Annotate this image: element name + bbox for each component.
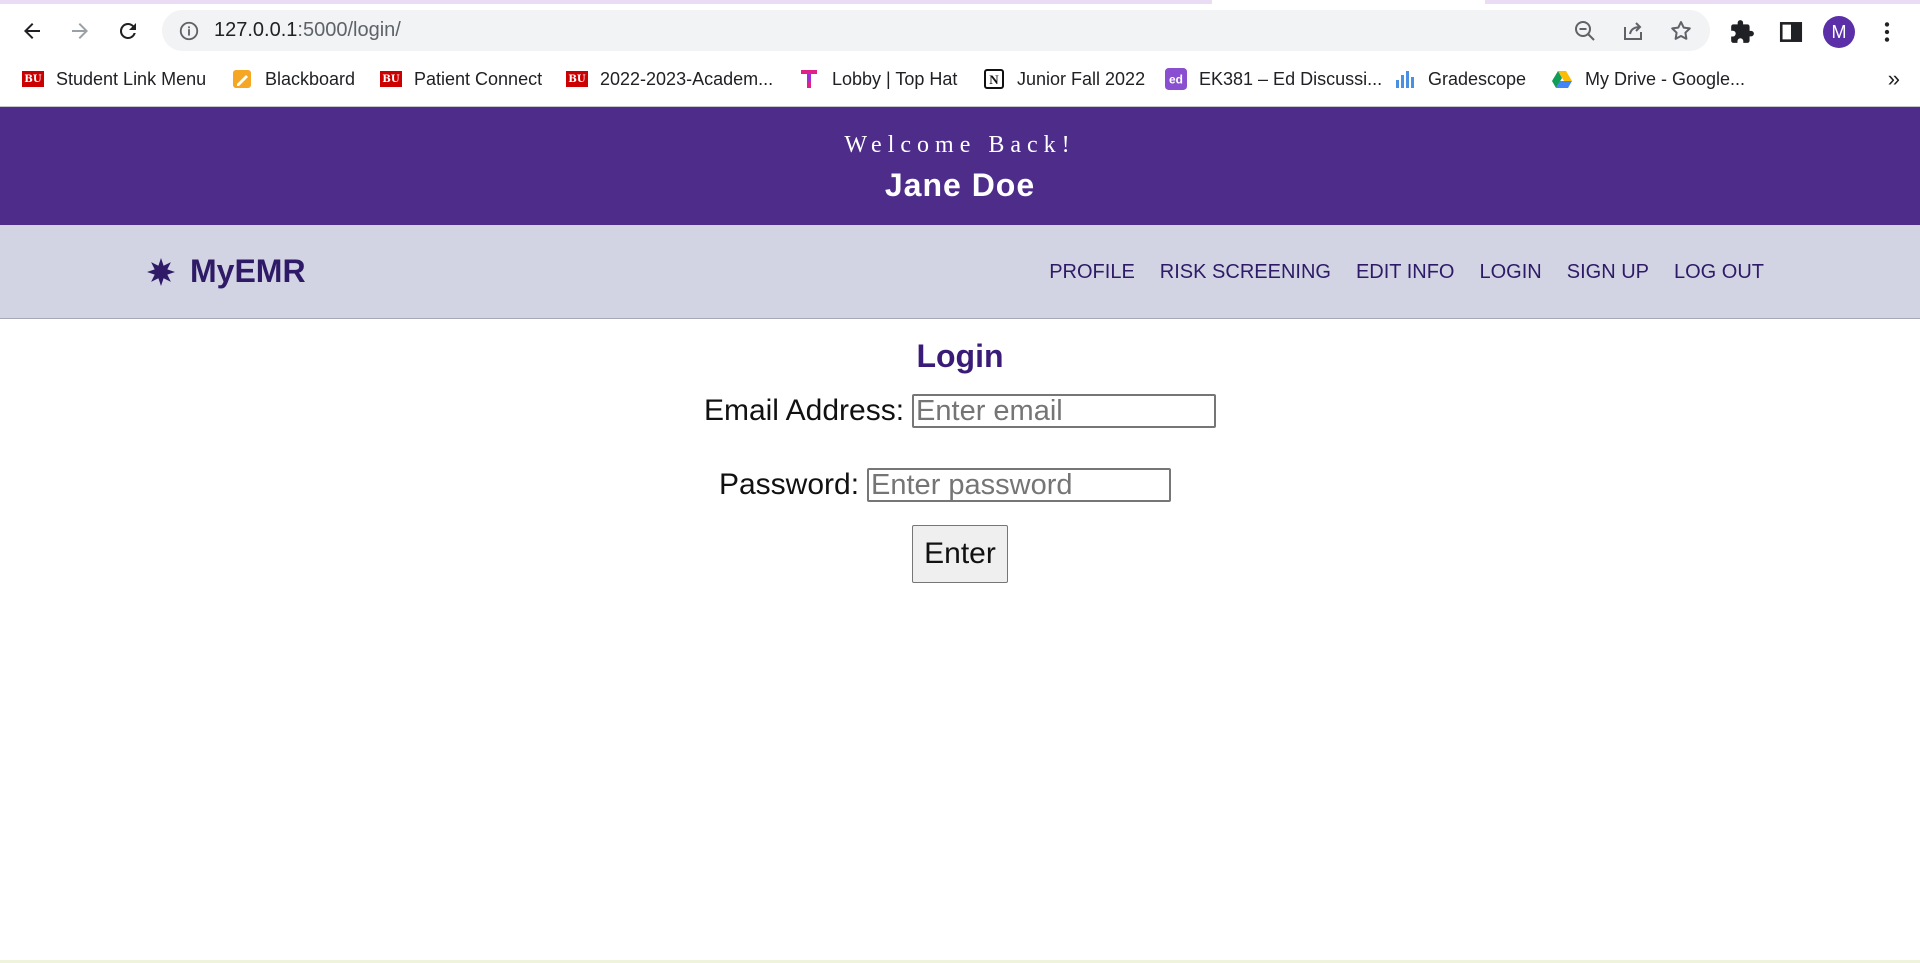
welcome-text: Welcome Back! xyxy=(844,132,1076,158)
bookmark-star-icon[interactable] xyxy=(1669,19,1693,43)
bookmark-label: Lobby | Top Hat xyxy=(832,68,958,89)
welcome-banner: Welcome Back! Jane Doe xyxy=(0,107,1920,225)
password-input[interactable] xyxy=(867,468,1172,502)
bookmark-item[interactable]: My Drive - Google... xyxy=(1551,64,1745,94)
forward-arrow-icon xyxy=(72,23,88,39)
reload-button[interactable] xyxy=(110,13,146,49)
password-label: Password: xyxy=(718,468,860,501)
bu-icon: BU xyxy=(566,71,588,87)
nav-link-edit-info[interactable]: EDIT INFO xyxy=(1356,261,1455,284)
bookmark-label: Student Link Menu xyxy=(56,68,207,89)
site-navbar: MyEMR PROFILE RISK SCREENING EDIT INFO L… xyxy=(0,225,1920,319)
bookmark-label: EK381 – Ed Discussi... xyxy=(1199,68,1383,89)
bu-icon: BU xyxy=(380,71,402,87)
nav-link-profile[interactable]: PROFILE xyxy=(1049,261,1135,284)
bookmark-item[interactable]: BU Student Link Menu xyxy=(22,64,206,94)
svg-text:N: N xyxy=(989,72,999,87)
brand-logo[interactable]: MyEMR xyxy=(146,253,306,290)
back-arrow-icon xyxy=(24,23,40,39)
profile-avatar[interactable]: M xyxy=(1823,16,1855,48)
site-info-icon[interactable] xyxy=(178,20,200,42)
bookmark-item[interactable]: BU Patient Connect xyxy=(380,64,542,94)
forward-button[interactable] xyxy=(62,13,98,49)
svg-text:ed: ed xyxy=(1169,73,1183,87)
email-label: Email Address: xyxy=(703,394,905,427)
brand-name: MyEMR xyxy=(190,253,306,289)
bookmark-label: Patient Connect xyxy=(414,68,543,89)
reload-icon xyxy=(119,22,136,39)
browser-chrome: 127.0.0.1:5000/login/ M BU Student Link … xyxy=(0,0,1920,107)
bookmark-label: Junior Fall 2022 xyxy=(1017,68,1146,89)
gradescope-icon xyxy=(1394,68,1416,90)
nav-link-login[interactable]: LOGIN xyxy=(1479,261,1541,284)
bookmarks-bar: BU Student Link Menu Blackboard BU Patie… xyxy=(0,62,1920,96)
email-row: Email Address: xyxy=(0,394,1920,428)
nav-links: PROFILE RISK SCREENING EDIT INFO LOGIN S… xyxy=(1024,261,1764,284)
bookmark-item[interactable]: Gradescope xyxy=(1394,64,1526,94)
nav-link-sign-up[interactable]: SIGN UP xyxy=(1567,261,1649,284)
google-drive-icon xyxy=(1551,68,1573,90)
bookmark-item[interactable]: BU 2022-2023-Academ... xyxy=(566,64,773,94)
blackboard-icon xyxy=(231,68,253,90)
notion-icon: N xyxy=(983,68,1005,90)
star-burst-icon xyxy=(147,257,175,286)
browser-toolbar: 127.0.0.1:5000/login/ M xyxy=(0,7,1920,55)
bookmark-label: Blackboard xyxy=(265,68,356,89)
url-text[interactable]: 127.0.0.1:5000/login/ xyxy=(214,19,401,42)
tab-strip xyxy=(0,0,1920,4)
bookmark-label: My Drive - Google... xyxy=(1585,68,1746,89)
share-icon[interactable] xyxy=(1621,19,1645,43)
bookmark-label: Gradescope xyxy=(1428,68,1527,89)
bookmark-item[interactable]: Lobby | Top Hat xyxy=(798,64,957,94)
zoom-out-icon[interactable] xyxy=(1573,19,1597,43)
bookmark-item[interactable]: N Junior Fall 2022 xyxy=(983,64,1145,94)
login-title: Login xyxy=(916,338,1004,374)
bu-icon: BU xyxy=(22,71,44,87)
tophat-icon xyxy=(798,68,820,90)
nav-link-risk-screening[interactable]: RISK SCREENING xyxy=(1160,261,1331,284)
nav-link-log-out[interactable]: LOG OUT xyxy=(1674,261,1764,284)
ed-icon: ed xyxy=(1165,68,1187,90)
bookmark-label: 2022-2023-Academ... xyxy=(600,68,774,89)
kebab-menu-icon[interactable] xyxy=(1874,19,1900,45)
address-bar[interactable]: 127.0.0.1:5000/login/ xyxy=(162,10,1710,51)
enter-button[interactable]: Enter xyxy=(912,525,1008,583)
bookmark-item[interactable]: ed EK381 – Ed Discussi... xyxy=(1165,64,1382,94)
side-panel-icon[interactable] xyxy=(1778,19,1804,45)
bookmark-item[interactable]: Blackboard xyxy=(231,64,355,94)
extensions-icon[interactable] xyxy=(1729,19,1755,45)
email-input[interactable] xyxy=(912,394,1217,428)
bookmarks-overflow-button[interactable]: » xyxy=(1888,66,1900,92)
password-row: Password: xyxy=(0,468,1920,502)
user-name: Jane Doe xyxy=(884,167,1036,203)
back-button[interactable] xyxy=(14,13,50,49)
